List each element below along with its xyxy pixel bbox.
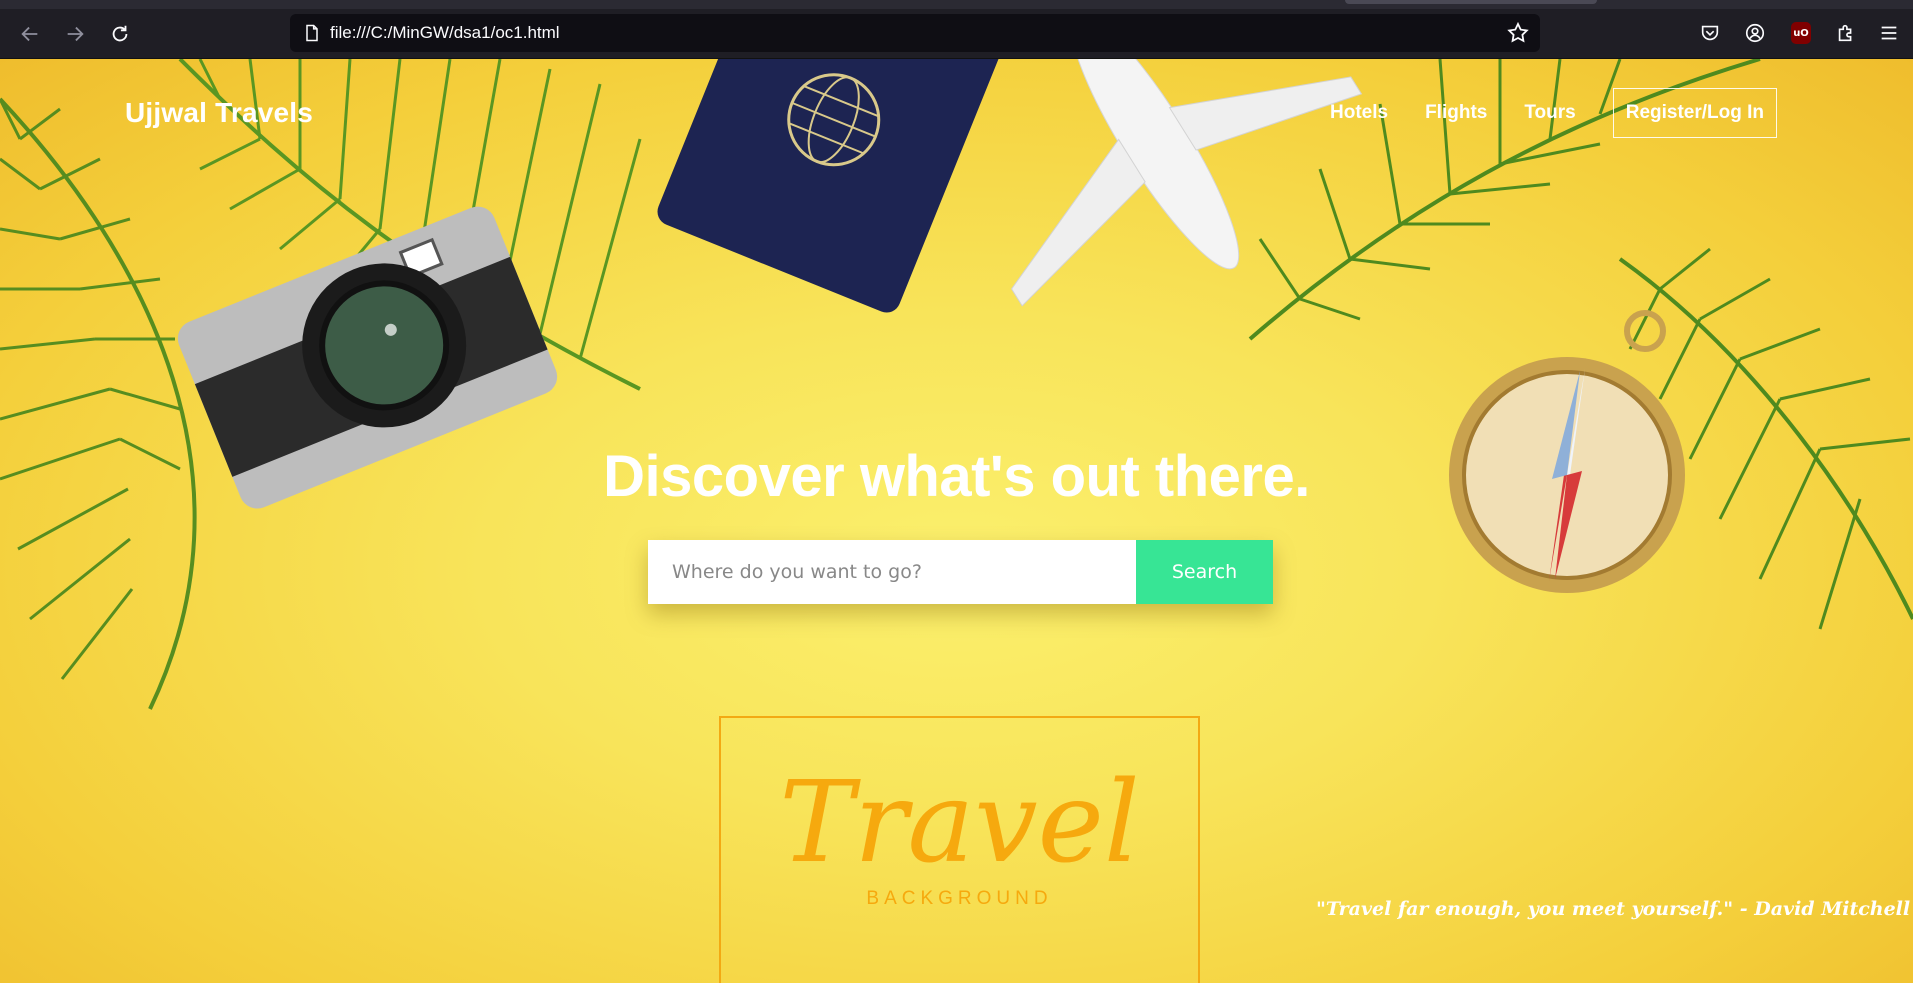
nav-tours[interactable]: Tours bbox=[1524, 90, 1575, 136]
register-login-button[interactable]: Register/Log In bbox=[1612, 88, 1778, 138]
nav-hotels[interactable]: Hotels bbox=[1330, 90, 1388, 136]
bookmark-star-icon[interactable] bbox=[1506, 21, 1530, 45]
forward-icon[interactable] bbox=[58, 17, 92, 51]
pocket-icon[interactable] bbox=[1697, 20, 1723, 46]
main-nav: Hotels Flights Tours Register/Log In bbox=[1330, 88, 1778, 138]
reload-icon[interactable] bbox=[103, 17, 137, 51]
search-button[interactable]: Search bbox=[1136, 540, 1273, 604]
extensions-icon[interactable] bbox=[1833, 20, 1859, 46]
ublock-badge: uO bbox=[1791, 22, 1811, 44]
brand-logo[interactable]: Ujjwal Travels bbox=[125, 97, 313, 129]
tab-strip bbox=[0, 0, 1913, 9]
destination-search-input[interactable] bbox=[648, 540, 1136, 604]
logo-title: Travel bbox=[779, 758, 1140, 888]
page-icon bbox=[306, 24, 318, 42]
passport-icon bbox=[657, 59, 1003, 313]
url-bar[interactable]: file:///C:/MinGW/dsa1/oc1.html bbox=[290, 14, 1540, 52]
account-icon[interactable] bbox=[1742, 20, 1768, 46]
travel-logo-box: Travel BACKGROUND bbox=[719, 716, 1200, 983]
url-text[interactable]: file:///C:/MinGW/dsa1/oc1.html bbox=[330, 23, 560, 43]
travel-quote: "Travel far enough, you meet yourself." … bbox=[1316, 898, 1911, 920]
active-tab[interactable] bbox=[1345, 0, 1597, 4]
menu-icon[interactable] bbox=[1876, 20, 1902, 46]
browser-toolbar: file:///C:/MinGW/dsa1/oc1.html uO bbox=[0, 0, 1913, 59]
webpage: Ujjwal Travels Hotels Flights Tours Regi… bbox=[0, 59, 1913, 983]
back-icon[interactable] bbox=[13, 17, 47, 51]
logo-subtitle: BACKGROUND bbox=[866, 888, 1053, 909]
search-bar: Search bbox=[648, 540, 1273, 604]
hero-title: Discover what's out there. bbox=[603, 444, 1310, 509]
nav-flights[interactable]: Flights bbox=[1425, 90, 1487, 136]
ublock-icon[interactable]: uO bbox=[1788, 20, 1814, 46]
palm-leaf-left-icon bbox=[0, 97, 197, 710]
